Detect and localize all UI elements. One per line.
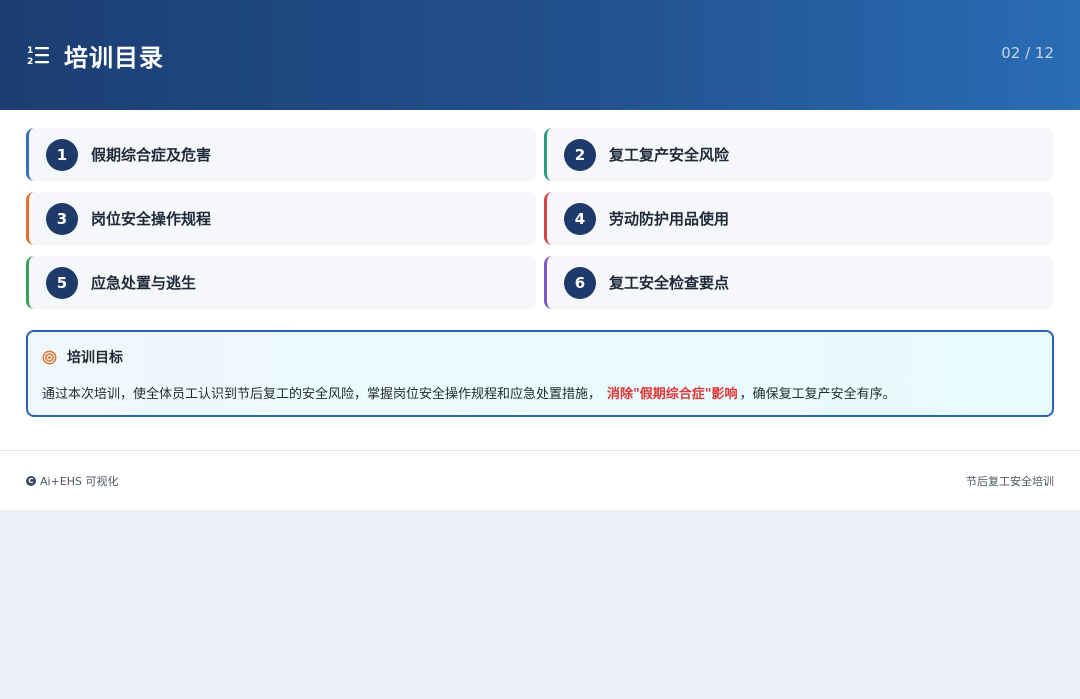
- goal-text-end: ，确保复工复产安全有序。: [739, 387, 896, 402]
- topic-grid: 1 假期综合症及危害 2 复工复产安全风险 3 岗位安全操作规程 4 劳动防护用…: [26, 128, 1054, 309]
- topic-label: 假期综合症及危害: [91, 146, 212, 164]
- topic-card-4[interactable]: 4 劳动防护用品使用: [544, 192, 1054, 245]
- topic-label: 复工安全检查要点: [609, 274, 730, 292]
- topic-label: 复工复产安全风险: [609, 146, 730, 164]
- topic-card-1[interactable]: 1 假期综合症及危害: [26, 128, 536, 181]
- topic-label: 应急处置与逃生: [91, 274, 197, 292]
- topic-label: 岗位安全操作规程: [91, 210, 212, 228]
- footer: C Ai+EHS 可视化 节后复工安全培训: [0, 450, 1080, 510]
- header-bar: 1 2 培训目录 02 / 12: [0, 0, 1080, 110]
- training-goal-box: 培训目标 通过本次培训，使全体员工认识到节后复工的安全风险，掌握岗位安全操作规程…: [26, 330, 1054, 417]
- topic-card-5[interactable]: 5 应急处置与逃生: [26, 256, 536, 309]
- page-indicator: 02 / 12: [1001, 44, 1054, 62]
- goal-header: 培训目标: [42, 347, 1038, 367]
- footer-title: 节后复工安全培训: [966, 474, 1054, 488]
- page-title: 培训目录: [64, 43, 164, 72]
- topic-label: 劳动防护用品使用: [609, 210, 730, 228]
- topic-number-badge: 4: [564, 202, 596, 235]
- topic-number-badge: 3: [46, 202, 78, 235]
- footer-brand: C Ai+EHS 可视化: [26, 473, 119, 489]
- topic-card-3[interactable]: 3 岗位安全操作规程: [26, 192, 536, 245]
- topic-number-badge: 1: [46, 138, 78, 171]
- topic-number-badge: 6: [564, 266, 596, 299]
- slide: 1 2 培训目录 02 / 12 1 假期综合症及危害 2 复工复产安全风险 3…: [0, 0, 1080, 510]
- svg-text:1: 1: [27, 46, 33, 56]
- goal-text-start: 通过本次培训，使全体员工认识到节后复工的安全风险，掌握岗位安全操作规程和应急处置…: [42, 387, 602, 402]
- copyright-icon: C: [26, 475, 36, 486]
- goal-highlight: 消除"假期综合症"影响: [607, 387, 738, 402]
- brand-label: Ai+EHS 可视化: [40, 474, 119, 488]
- goal-title: 培训目标: [67, 350, 123, 366]
- numbered-list-icon: 1 2: [26, 43, 50, 67]
- topic-card-6[interactable]: 6 复工安全检查要点: [544, 256, 1054, 309]
- topic-number-badge: 2: [564, 138, 596, 171]
- target-icon: [42, 350, 57, 365]
- svg-text:2: 2: [27, 57, 33, 67]
- topic-number-badge: 5: [46, 266, 78, 299]
- goal-description: 通过本次培训，使全体员工认识到节后复工的安全风险，掌握岗位安全操作规程和应急处置…: [42, 383, 1038, 402]
- topic-card-2[interactable]: 2 复工复产安全风险: [544, 128, 1054, 181]
